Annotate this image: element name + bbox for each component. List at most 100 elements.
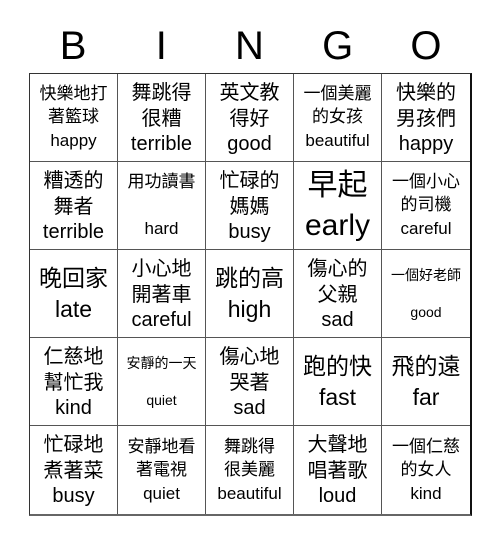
bingo-cell[interactable]: 傷心地 哭著 sad	[206, 338, 294, 426]
cell-chinese-text: 跳的高	[215, 265, 284, 292]
bingo-cell[interactable]: 安靜地看 著電視 quiet	[118, 426, 206, 514]
header-letter-n: N	[235, 24, 264, 68]
cell-chinese-text: 的司機	[400, 195, 452, 215]
cell-chinese-text: 著籃球	[48, 107, 99, 127]
bingo-cell[interactable]: 仁慈地 幫忙我 kind	[30, 338, 118, 426]
cell-english-text: kind	[55, 396, 92, 419]
cell-english-text: good	[227, 132, 272, 155]
bingo-cell[interactable]: 跳的高 high	[206, 250, 294, 338]
bingo-grid: 快樂地打 著籃球 happy 舞跳得 很糟 terrible 英文教 得好 good 一個美麗 的女…	[29, 73, 472, 516]
cell-chinese-text: 跑的快	[303, 353, 372, 380]
cell-chinese-text: 一個美麗	[303, 84, 372, 104]
bingo-cell[interactable]: 一個仁慈 的女人 kind	[382, 426, 470, 514]
cell-chinese-text: 一個仁慈	[392, 436, 460, 457]
cell-chinese-text: 傷心的	[307, 255, 368, 280]
bingo-cell[interactable]: 飛的遠 far	[382, 338, 470, 426]
cell-english-text: busy	[228, 220, 271, 243]
cell-chinese-text: 唱著歌	[307, 458, 368, 482]
cell-english-text: quiet	[143, 483, 180, 503]
cell-chinese-text: 幫忙我	[43, 369, 104, 394]
cell-english-text: fast	[318, 383, 357, 410]
bingo-cell[interactable]: 舞跳得 很美麗 beautiful	[206, 426, 294, 514]
cell-chinese-text: 安靜地看	[127, 436, 196, 457]
cell-english-text: good	[410, 303, 442, 320]
cell-english-text: careful	[131, 308, 192, 331]
cell-chinese-text: 仁慈地	[43, 343, 104, 368]
cell-chinese-text: 很糟	[141, 105, 182, 130]
cell-chinese-text: 很美麗	[224, 459, 275, 480]
bingo-cell[interactable]: 快樂地打著籃球 happy	[30, 74, 118, 162]
bingo-cell[interactable]: 一個美麗的女孩 beautiful	[294, 74, 382, 162]
cell-chinese-text: 得好	[229, 105, 270, 130]
cell-chinese-text: 舞跳得	[131, 79, 192, 104]
cell-english-text: sad	[233, 396, 266, 419]
cell-english-text: hard	[144, 219, 179, 238]
bingo-cell[interactable]: 忙碌地 煮著菜 busy	[30, 426, 118, 514]
header-letter-g: G	[322, 24, 354, 68]
header-letter-o: O	[410, 24, 442, 68]
cell-chinese-text: 一個好老師	[391, 267, 461, 284]
cell-english-text: loud	[318, 485, 357, 507]
bingo-cell[interactable]: 用功讀書 hard	[118, 162, 206, 250]
cell-english-text: sad	[321, 308, 354, 331]
cell-chinese-text	[159, 194, 164, 217]
cell-chinese-text: 大聲地	[307, 432, 368, 456]
cell-chinese-text: 飛的遠	[391, 353, 461, 380]
cell-chinese-text: 父親	[317, 281, 358, 306]
bingo-cell[interactable]: 英文教 得好 good	[206, 74, 294, 162]
bingo-cell[interactable]: 一個小心的司機 careful	[382, 162, 470, 250]
bingo-cell[interactable]: 早起 early	[294, 162, 382, 250]
cell-english-text: far	[412, 383, 440, 410]
cell-english-text: happy	[50, 131, 97, 150]
cell-english-text: terrible	[42, 220, 105, 243]
cell-english-text: late	[54, 295, 93, 322]
cell-chinese-text: 用功讀書	[127, 172, 196, 192]
cell-chinese-text: 早起	[307, 167, 368, 203]
cell-chinese-text: 著電視	[136, 459, 187, 480]
cell-chinese-text: 煮著菜	[43, 458, 104, 482]
bingo-cell[interactable]: 舞跳得 很糟 terrible	[118, 74, 206, 162]
bingo-header: B I N G O	[29, 20, 470, 72]
bingo-cell[interactable]: 小心地 開著車 careful	[118, 250, 206, 338]
cell-english-text: early	[304, 208, 371, 242]
bingo-cell[interactable]: 大聲地 唱著歌 loud	[294, 426, 382, 514]
cell-english-text: kind	[410, 483, 442, 503]
cell-chinese-text: 忙碌地	[43, 432, 104, 456]
cell-english-text: quiet	[146, 391, 177, 408]
cell-english-text: beautiful	[217, 483, 282, 503]
bingo-cell[interactable]: 跑的快 fast	[294, 338, 382, 426]
cell-english-text: careful	[400, 219, 452, 238]
cell-chinese-text: 舞跳得	[224, 436, 275, 457]
cell-english-text: high	[227, 295, 272, 322]
bingo-cell[interactable]: 晚回家 late	[30, 250, 118, 338]
cell-chinese-text: 開著車	[131, 281, 192, 306]
cell-chinese-text: 快樂地打	[39, 84, 108, 104]
header-letter-b: B	[59, 24, 87, 68]
cell-english-text: beautiful	[305, 131, 370, 150]
cell-english-text: happy	[398, 132, 454, 155]
bingo-cell[interactable]: 糟透的 舞者 terrible	[30, 162, 118, 250]
header-letter-i: I	[155, 24, 167, 68]
cell-chinese-text: 糟透的	[43, 167, 104, 192]
cell-chinese-text: 媽媽	[229, 193, 270, 218]
bingo-cell[interactable]: 一個好老師 good	[382, 250, 470, 338]
cell-chinese-text: 快樂的	[396, 79, 456, 104]
cell-chinese-text: 哭著	[229, 369, 270, 394]
cell-chinese-text: 英文教	[219, 79, 280, 104]
cell-chinese-text: 晚回家	[39, 265, 108, 292]
bingo-cell[interactable]: 快樂的 男孩們 happy	[382, 74, 470, 162]
cell-chinese-text: 的女人	[400, 459, 452, 480]
cell-chinese-text: 小心地	[131, 255, 192, 280]
cell-chinese-text: 忙碌的	[219, 167, 280, 192]
cell-english-text: terrible	[130, 132, 193, 155]
cell-chinese-text: 男孩們	[396, 105, 456, 130]
cell-chinese-text: 傷心地	[219, 343, 280, 368]
cell-english-text: busy	[52, 485, 95, 507]
bingo-cell[interactable]: 安靜的一天 quiet	[118, 338, 206, 426]
cell-chinese-text: 的女孩	[312, 107, 363, 127]
bingo-cell[interactable]: 忙碌的 媽媽 busy	[206, 162, 294, 250]
cell-chinese-text: 舞者	[53, 193, 94, 218]
cell-chinese-text: 一個小心	[392, 172, 460, 192]
bingo-cell[interactable]: 傷心的 父親 sad	[294, 250, 382, 338]
cell-chinese-text: 安靜的一天	[126, 355, 197, 372]
